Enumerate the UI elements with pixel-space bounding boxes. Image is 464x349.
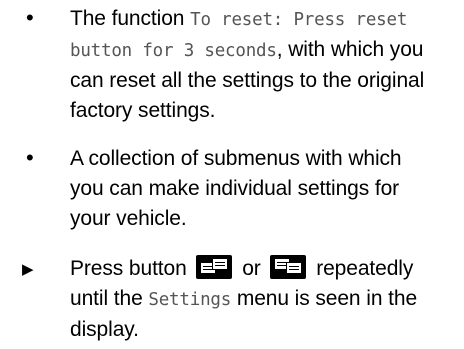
line: factory settings. xyxy=(70,99,216,122)
text: until the xyxy=(70,287,149,310)
page-forward-button-icon xyxy=(270,255,307,280)
display-text: button for 3 seconds xyxy=(70,41,277,61)
line: your vehicle. xyxy=(70,207,187,230)
line: A collection of submenus with which xyxy=(70,147,402,170)
bullet-marker: • xyxy=(26,145,34,170)
page-back-button-icon xyxy=(196,255,233,280)
text: , with which you xyxy=(276,38,424,61)
line: button for 3 seconds, with which you xyxy=(70,35,460,66)
line: can reset all the settings to the origin… xyxy=(70,69,425,92)
text: menu is seen in the xyxy=(231,287,418,310)
line: until the Settings menu is seen in the xyxy=(70,284,460,315)
text: The function xyxy=(70,7,191,30)
line: Press button or repeatedly xyxy=(70,254,460,284)
item-text: The function To reset: Press reset butto… xyxy=(70,4,460,126)
item-text: Press button or repeatedly until the Set… xyxy=(70,254,460,345)
manual-page: • The function To reset: Press reset but… xyxy=(0,0,464,349)
display-text: To reset: Press reset xyxy=(190,10,408,30)
line: display. xyxy=(70,318,139,341)
line: The function To reset: Press reset xyxy=(70,4,460,35)
item-text: A collection of submenus with which you … xyxy=(70,144,460,234)
display-text: Settings xyxy=(148,290,232,310)
arrow-marker-icon: ▶ xyxy=(22,261,34,278)
line: you can make individual settings for xyxy=(70,177,400,200)
text: or xyxy=(242,257,261,280)
text: Press button xyxy=(70,257,187,280)
bullet-marker: • xyxy=(26,5,34,30)
text: repeatedly xyxy=(316,257,414,280)
